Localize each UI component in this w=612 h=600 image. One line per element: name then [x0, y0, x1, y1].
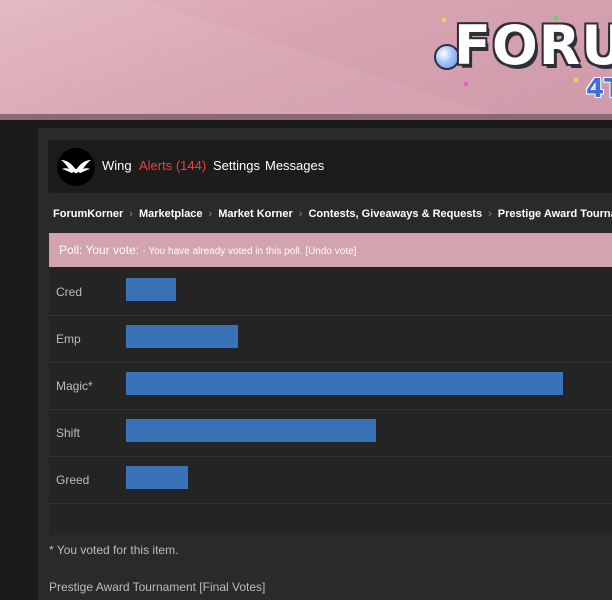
poll-vote-label: Your vote:: [85, 243, 140, 257]
breadcrumb-item[interactable]: ForumKorner: [53, 208, 123, 220]
alerts-link[interactable]: Alerts (144): [139, 158, 206, 173]
poll-header-text: Poll: Your vote: - You have already vote…: [59, 243, 356, 257]
settings-link[interactable]: Settings: [213, 158, 260, 173]
poll-option-bar: [126, 325, 238, 348]
poll-option-label: Greed: [56, 473, 90, 487]
breadcrumb: ForumKorner › Marketplace › Market Korner › Co…: [53, 208, 612, 224]
confetti-icon: [574, 78, 578, 82]
breadcrumb-separator: ›: [208, 208, 213, 220]
site-logo[interactable]: FORUM 4T: [434, 12, 612, 108]
poll-option-row: Magic*: [49, 363, 612, 410]
poll-footnote: * You voted for this item.: [49, 543, 179, 557]
banner-border: [0, 114, 612, 120]
username-link[interactable]: Wing: [102, 158, 132, 173]
poll-header: Poll: Your vote: - You have already vote…: [49, 233, 612, 267]
confetti-icon: [464, 82, 468, 86]
wings-icon: [61, 160, 91, 174]
site-header-banner: FORUM 4T: [0, 0, 612, 118]
poll-option-label: Shift: [56, 426, 81, 440]
poll-option-label: Magic*: [56, 379, 93, 393]
poll-option-row: Shift: [49, 410, 612, 457]
breadcrumb-separator: ›: [298, 208, 303, 220]
poll-option-label: Cred: [56, 285, 83, 299]
poll-option-row: Cred: [49, 269, 612, 316]
thread-title[interactable]: Prestige Award Tournament [Final Votes]: [49, 580, 265, 594]
breadcrumb-item-current[interactable]: Prestige Award Tournament [Final Votes]: [498, 208, 612, 220]
poll-option-bar: [126, 419, 376, 442]
breadcrumb-item[interactable]: Contests, Giveaways & Requests: [308, 208, 482, 220]
messages-link[interactable]: Messages: [265, 158, 324, 173]
poll-option-row: Greed: [49, 457, 612, 504]
breadcrumb-item[interactable]: Market Korner: [218, 208, 293, 220]
poll-prefix: Poll:: [59, 243, 83, 257]
logo-subtext: 4T: [586, 74, 612, 104]
breadcrumb-separator: ›: [129, 208, 133, 220]
avatar[interactable]: [57, 148, 95, 186]
poll-option-bar: [126, 372, 563, 395]
poll-status[interactable]: - You have already voted in this poll. […: [142, 246, 356, 257]
breadcrumb-item[interactable]: Marketplace: [139, 208, 203, 220]
user-navbar: [48, 140, 612, 193]
poll-option-row: Emp: [49, 316, 612, 363]
banner-decoration: [0, 0, 499, 118]
poll-option-bar: [126, 466, 188, 489]
poll-option-label: Emp: [56, 332, 81, 346]
poll-option-bar: [126, 278, 176, 301]
confetti-icon: [442, 18, 446, 22]
logo-text: FORUM: [454, 14, 612, 77]
breadcrumb-separator: ›: [488, 208, 492, 220]
